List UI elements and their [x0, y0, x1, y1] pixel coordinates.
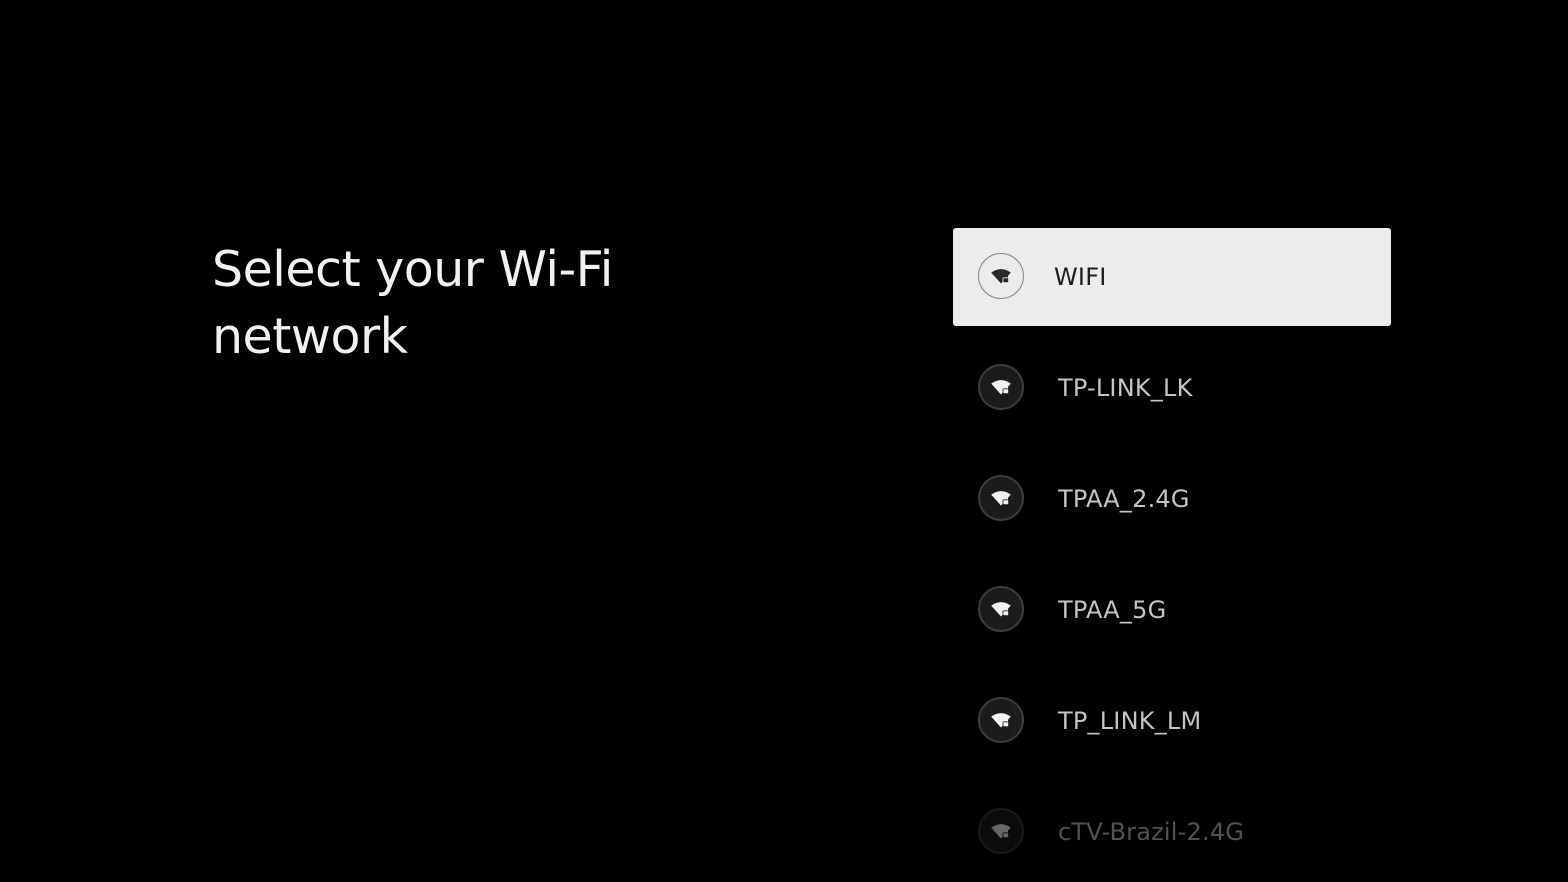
wifi-setup-screen: Select your Wi-Fi network WIFI TP-LINK_L… — [0, 0, 1568, 882]
wifi-lock-icon — [978, 697, 1024, 743]
network-item-tp-link-lm[interactable]: TP_LINK_LM — [953, 672, 1391, 770]
network-item-wifi[interactable]: WIFI — [953, 228, 1391, 326]
network-item-tpaa-5g[interactable]: TPAA_5G — [953, 561, 1391, 659]
network-item-tpaa-2-4g[interactable]: TPAA_2.4G — [953, 450, 1391, 548]
wifi-lock-icon — [978, 253, 1024, 299]
wifi-lock-icon — [978, 808, 1024, 854]
wifi-lock-icon — [978, 586, 1024, 632]
network-name: TP_LINK_LM — [1058, 707, 1202, 735]
network-name: TP-LINK_LK — [1058, 374, 1193, 402]
page-title: Select your Wi-Fi network — [212, 241, 613, 365]
network-name: WIFI — [1054, 263, 1107, 291]
network-name: TPAA_5G — [1058, 596, 1167, 624]
wifi-network-list: WIFI TP-LINK_LK TPAA_2.4G TPAA_5G TP_LIN… — [953, 228, 1391, 882]
network-name: cTV-Brazil-2.4G — [1058, 818, 1245, 846]
network-item-ctv-brazil-2-4g[interactable]: cTV-Brazil-2.4G — [953, 783, 1391, 881]
wifi-lock-icon — [978, 475, 1024, 521]
wifi-lock-icon — [978, 364, 1024, 410]
network-name: TPAA_2.4G — [1058, 485, 1190, 513]
network-item-tp-link-lk[interactable]: TP-LINK_LK — [953, 339, 1391, 437]
